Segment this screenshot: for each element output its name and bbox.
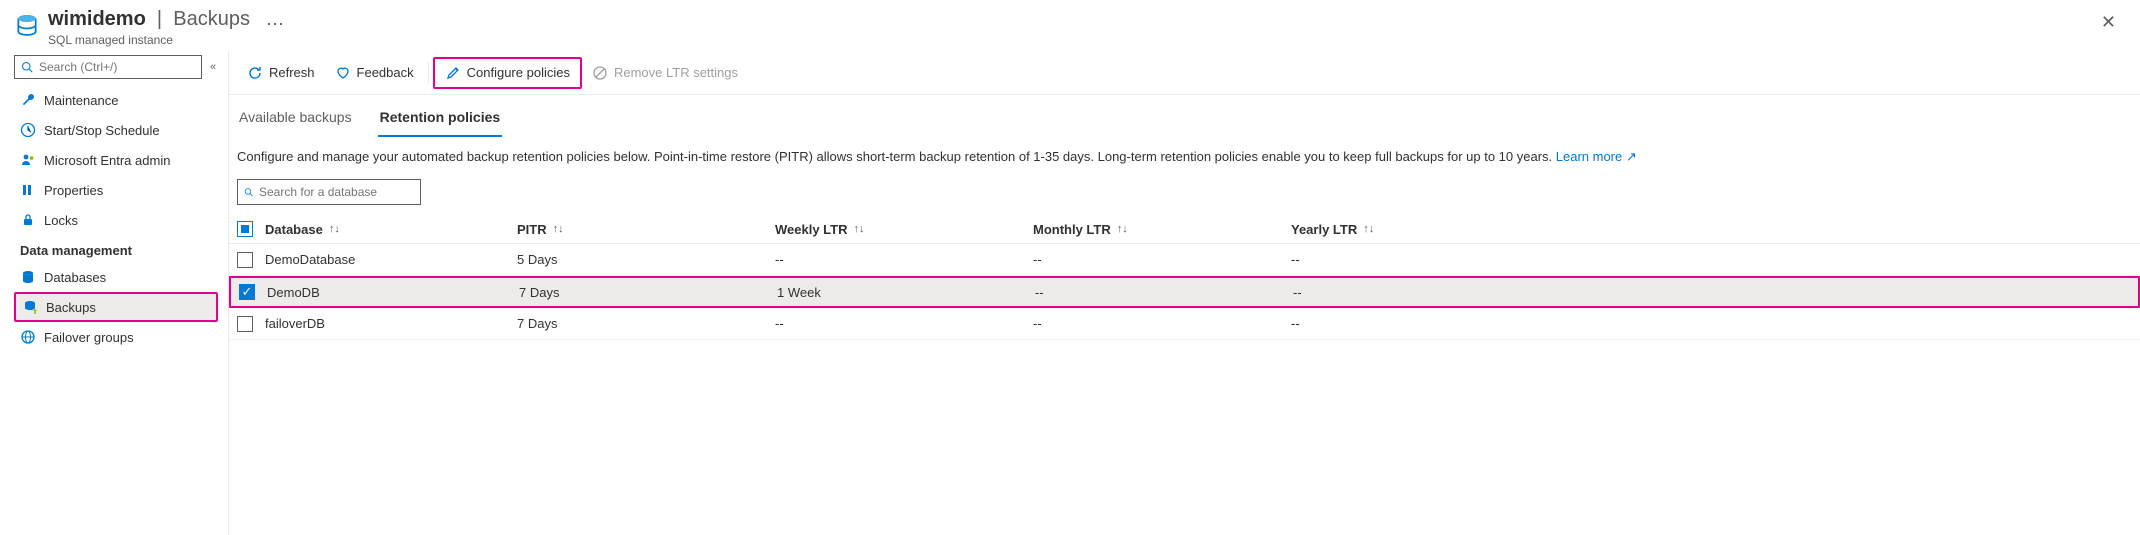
page-title: wimidemo | Backups <box>48 8 250 31</box>
cell-weekly: -- <box>775 316 1033 331</box>
lock-icon <box>20 212 36 228</box>
column-yearly[interactable]: Yearly LTR↑↓ <box>1291 221 2132 237</box>
sidebar-section-datamgmt: Data management <box>14 235 218 262</box>
column-weekly[interactable]: Weekly LTR↑↓ <box>775 221 1033 237</box>
block-icon <box>592 65 608 81</box>
external-link-icon: ↗ <box>1626 149 1637 164</box>
row-checkbox[interactable]: ✓ <box>239 284 255 300</box>
backup-icon <box>22 299 38 315</box>
remove-label: Remove LTR settings <box>614 65 738 80</box>
sort-icon: ↑↓ <box>853 223 864 235</box>
refresh-button[interactable]: Refresh <box>237 57 325 89</box>
cell-monthly: -- <box>1033 252 1291 267</box>
refresh-icon <box>247 65 263 81</box>
sidebar-search-field[interactable] <box>39 60 195 74</box>
properties-icon <box>20 182 36 198</box>
section-title: Backups <box>173 8 250 30</box>
table-row[interactable]: failoverDB 7 Days -- -- -- <box>229 308 2140 340</box>
table-row[interactable]: ✓ DemoDB 7 Days 1 Week -- -- <box>229 276 2140 308</box>
main-content: Refresh Feedback Configure policies Remo… <box>228 51 2140 535</box>
cell-database: DemoDB <box>267 285 519 300</box>
wrench-icon <box>20 92 36 108</box>
cell-pitr: 7 Days <box>519 285 777 300</box>
tab-retention-policies[interactable]: Retention policies <box>378 103 503 137</box>
sidebar-item-startstop[interactable]: Start/Stop Schedule <box>14 115 218 145</box>
configure-policies-button[interactable]: Configure policies <box>433 57 582 89</box>
sidebar-item-failover[interactable]: Failover groups <box>14 322 218 352</box>
tab-available-backups[interactable]: Available backups <box>237 103 354 137</box>
cell-yearly: -- <box>1293 285 2130 300</box>
cell-database: failoverDB <box>265 316 517 331</box>
sidebar-item-label: Properties <box>44 183 103 198</box>
learn-more-link[interactable]: Learn more ↗ <box>1556 149 1637 164</box>
column-pitr[interactable]: PITR↑↓ <box>517 221 775 237</box>
sidebar-item-label: Maintenance <box>44 93 118 108</box>
table-header: Database↑↓ PITR↑↓ Weekly LTR↑↓ Monthly L… <box>229 215 2140 244</box>
refresh-label: Refresh <box>269 65 315 80</box>
sql-instance-icon <box>14 12 40 38</box>
instance-name: wimidemo <box>48 8 146 30</box>
sidebar-item-locks[interactable]: Locks <box>14 205 218 235</box>
sidebar-item-properties[interactable]: Properties <box>14 175 218 205</box>
select-all-checkbox[interactable] <box>237 221 253 237</box>
cell-monthly: -- <box>1035 285 1293 300</box>
sort-icon: ↑↓ <box>329 223 340 235</box>
cell-yearly: -- <box>1291 252 2132 267</box>
sort-icon: ↑↓ <box>553 223 564 235</box>
sidebar-item-backups[interactable]: Backups <box>14 292 218 322</box>
resource-type: SQL managed instance <box>48 33 250 47</box>
cell-pitr: 7 Days <box>517 316 775 331</box>
sidebar-item-label: Locks <box>44 213 78 228</box>
sidebar-item-maintenance[interactable]: Maintenance <box>14 85 218 115</box>
row-checkbox[interactable] <box>237 252 253 268</box>
info-text: Configure and manage your automated back… <box>229 137 2140 165</box>
sidebar-item-label: Databases <box>44 270 106 285</box>
sidebar-item-label: Backups <box>46 300 96 315</box>
sidebar-collapse-button[interactable]: « <box>210 61 216 73</box>
sidebar-search-input[interactable] <box>14 55 202 79</box>
heart-icon <box>335 65 351 81</box>
database-search-input[interactable] <box>237 179 421 205</box>
sort-icon: ↑↓ <box>1363 223 1374 235</box>
cell-yearly: -- <box>1291 316 2132 331</box>
row-checkbox[interactable] <box>237 316 253 332</box>
more-actions-button[interactable]: ⋯ <box>266 14 284 35</box>
toolbar-separator <box>428 62 429 84</box>
toolbar: Refresh Feedback Configure policies Remo… <box>229 51 2140 95</box>
column-database[interactable]: Database↑↓ <box>265 221 517 237</box>
cell-database: DemoDatabase <box>265 252 517 267</box>
feedback-button[interactable]: Feedback <box>325 57 424 89</box>
feedback-label: Feedback <box>357 65 414 80</box>
configure-label: Configure policies <box>467 65 570 80</box>
retention-table: Database↑↓ PITR↑↓ Weekly LTR↑↓ Monthly L… <box>229 215 2140 340</box>
sidebar-item-label: Microsoft Entra admin <box>44 153 170 168</box>
clock-icon <box>20 122 36 138</box>
person-icon <box>20 152 36 168</box>
remove-ltr-button: Remove LTR settings <box>582 57 748 89</box>
tabs: Available backups Retention policies <box>229 95 2140 137</box>
database-icon <box>20 269 36 285</box>
sidebar: « Maintenance Start/Stop Schedule Micros… <box>0 51 228 535</box>
cell-pitr: 5 Days <box>517 252 775 267</box>
info-body: Configure and manage your automated back… <box>237 149 1556 164</box>
table-row[interactable]: DemoDatabase 5 Days -- -- -- <box>229 244 2140 276</box>
database-search-field[interactable] <box>259 185 414 199</box>
sidebar-item-label: Failover groups <box>44 330 134 345</box>
edit-icon <box>445 65 461 81</box>
sidebar-item-databases[interactable]: Databases <box>14 262 218 292</box>
cell-monthly: -- <box>1033 316 1291 331</box>
sidebar-item-entra[interactable]: Microsoft Entra admin <box>14 145 218 175</box>
cell-weekly: 1 Week <box>777 285 1035 300</box>
cell-weekly: -- <box>775 252 1033 267</box>
page-header: wimidemo | Backups SQL managed instance … <box>0 0 2140 51</box>
table-body: DemoDatabase 5 Days -- -- -- ✓ DemoDB 7 … <box>229 244 2140 340</box>
sidebar-item-label: Start/Stop Schedule <box>44 123 160 138</box>
column-monthly[interactable]: Monthly LTR↑↓ <box>1033 221 1291 237</box>
header-titles: wimidemo | Backups SQL managed instance <box>48 8 250 47</box>
sort-icon: ↑↓ <box>1117 223 1128 235</box>
close-button[interactable]: ✕ <box>2097 8 2120 37</box>
globe-icon <box>20 329 36 345</box>
